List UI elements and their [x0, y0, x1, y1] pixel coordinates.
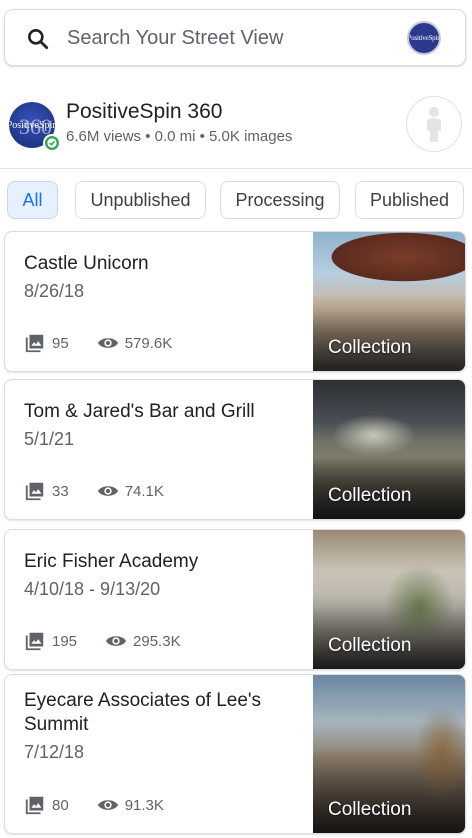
profile-header: 360 PositiveSpin PositiveSpin 360 6.6M v… [0, 96, 472, 156]
views-icon [105, 636, 127, 646]
image-count: 195 [52, 632, 78, 650]
card-stats: 80 91.3K [24, 794, 192, 816]
search-icon[interactable] [25, 26, 51, 52]
collection-card[interactable]: Eric Fisher Academy 4/10/18 - 9/13/20 19… [4, 529, 466, 670]
pegman-icon [427, 107, 441, 142]
profile-name: PositiveSpin 360 [66, 100, 223, 123]
thumbnail-shade [313, 442, 465, 519]
search-bar[interactable]: Search Your Street View PositiveSpin [4, 9, 466, 66]
views-icon [97, 338, 118, 348]
pegman-button[interactable] [406, 96, 462, 152]
images-icon [25, 482, 44, 501]
account-avatar[interactable]: PositiveSpin [407, 21, 441, 55]
verified-badge-icon [43, 134, 61, 152]
view-count: 91.3K [124, 796, 164, 814]
thumbnail-shade [313, 294, 465, 371]
collection-label: Collection [328, 635, 412, 656]
view-count: 579.6K [124, 334, 173, 352]
collection-card[interactable]: Eyecare Associates of Lee's Summit 7/12/… [4, 674, 466, 834]
collection-label: Collection [328, 485, 412, 506]
account-avatar-logo: PositiveSpin [407, 34, 441, 42]
card-date: 4/10/18 - 9/13/20 [24, 579, 161, 599]
view-count: 295.3K [133, 632, 181, 650]
image-count: 33 [52, 482, 69, 500]
card-stats: 195 295.3K [24, 630, 209, 652]
filter-chip-published[interactable]: Published [355, 181, 464, 219]
filter-chip-unpublished[interactable]: Unpublished [75, 181, 206, 219]
search-input[interactable]: Search Your Street View [67, 27, 283, 50]
filter-chip-all[interactable]: All [7, 181, 58, 219]
card-stats: 95 579.6K [24, 332, 200, 354]
avatar-logo-text: PositiveSpin [9, 119, 55, 131]
view-count: 74.1K [124, 482, 164, 500]
card-title: Castle Unicorn [24, 253, 149, 274]
card-thumbnail[interactable]: Collection [313, 232, 465, 371]
card-title: Tom & Jared's Bar and Grill [24, 401, 255, 422]
image-count: 80 [52, 796, 69, 814]
profile-stats: 6.6M views • 0.0 mi • 5.0K images [66, 128, 293, 145]
card-thumbnail[interactable]: Collection [313, 675, 465, 833]
collection-card[interactable]: Tom & Jared's Bar and Grill 5/1/21 33 74… [4, 379, 466, 520]
images-icon [25, 632, 44, 651]
card-title: Eyecare Associates of Lee's Summit [24, 690, 262, 735]
thumbnail-shade [313, 592, 465, 669]
card-stats: 33 74.1K [24, 480, 192, 502]
divider [0, 168, 472, 169]
collection-label: Collection [328, 799, 412, 820]
card-title: Eric Fisher Academy [24, 551, 199, 572]
card-thumbnail[interactable]: Collection [313, 530, 465, 669]
views-icon [97, 486, 118, 496]
card-date: 7/12/18 [24, 742, 85, 762]
card-thumbnail[interactable]: Collection [313, 380, 465, 519]
images-icon [25, 334, 44, 353]
image-count: 95 [52, 334, 69, 352]
collection-card[interactable]: Castle Unicorn 8/26/18 95 579.6K Collect… [4, 231, 466, 372]
images-icon [25, 796, 44, 815]
views-icon [97, 800, 118, 810]
filter-chip-processing[interactable]: Processing [220, 181, 340, 219]
card-date: 5/1/21 [24, 429, 75, 449]
collection-label: Collection [328, 337, 412, 358]
card-date: 8/26/18 [24, 281, 85, 301]
